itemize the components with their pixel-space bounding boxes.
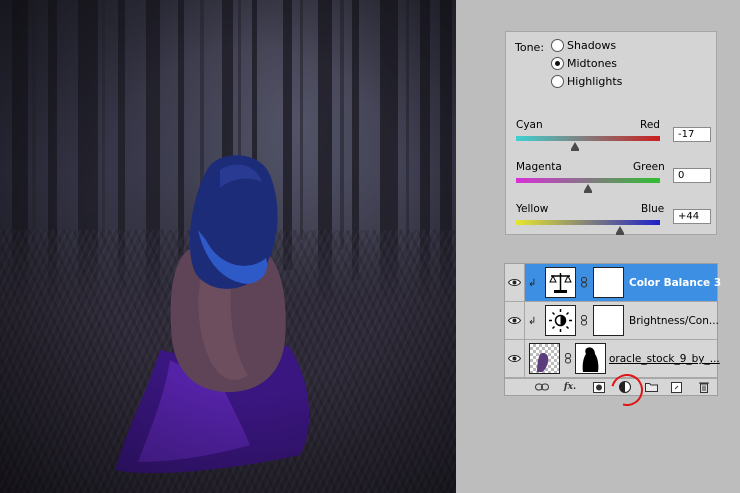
cyan-label: Cyan [516, 119, 543, 131]
layer-mask-thumbnail[interactable] [575, 343, 606, 374]
green-label: Green [633, 161, 665, 173]
magenta-green-value-field[interactable]: 0 [673, 168, 711, 183]
yellow-blue-slider-track[interactable] [516, 220, 660, 225]
balance-scale-icon [549, 273, 572, 293]
layer-image-thumbnail [529, 343, 560, 374]
cyan-red-slider-track[interactable] [516, 136, 660, 141]
magenta-green-slider-thumb[interactable] [584, 184, 592, 193]
yellow-label: Yellow [516, 203, 549, 215]
checker-thumbnail [537, 353, 549, 372]
new-layer-icon[interactable] [669, 381, 683, 393]
layer-name[interactable]: Color Balance 3 [629, 277, 721, 289]
radio-highlights[interactable]: Highlights [551, 74, 622, 88]
visibility-toggle[interactable] [505, 264, 525, 301]
chain-link-icon [581, 277, 587, 288]
cyan-red-slider-thumb[interactable] [571, 142, 580, 151]
color-balance-panel: Tone: Shadows Midtones Highlights Cyan R… [505, 31, 717, 235]
layer-row-brightness-contrast[interactable]: ↲ Brightness/Con... [505, 302, 719, 340]
layer-name[interactable]: Brightness/Con... [629, 315, 719, 327]
layer-row-oracle-stock[interactable]: oracle_stock_9_by_... [505, 340, 720, 378]
radio-highlights-label: Highlights [567, 74, 623, 88]
visibility-toggle[interactable] [505, 302, 525, 339]
radio-shadows-circle[interactable] [551, 38, 564, 52]
chain-link-icon [581, 315, 587, 326]
cyan-red-value-field[interactable]: -17 [673, 127, 711, 142]
yellow-blue-slider-thumb[interactable] [615, 226, 624, 235]
add-mask-icon[interactable] [592, 381, 606, 393]
magenta-green-slider-track[interactable] [516, 178, 660, 183]
eye-icon [508, 317, 521, 324]
link-icon[interactable] [535, 381, 549, 393]
eye-icon [508, 355, 521, 362]
adjustment-thumbnail [545, 305, 576, 336]
layer-name[interactable]: oracle_stock_9_by_... [609, 353, 720, 365]
red-label: Red [640, 119, 660, 131]
fx-icon[interactable]: fx. [563, 381, 577, 393]
radio-shadows-label: Shadows [567, 38, 617, 52]
silhouette-mask-icon [576, 344, 605, 373]
layer-mask-thumbnail[interactable] [593, 305, 624, 336]
magenta-label: Magenta [516, 161, 562, 173]
chain-link-icon [565, 353, 571, 364]
adjustment-thumbnail [545, 267, 576, 298]
radio-highlights-circle[interactable] [551, 74, 564, 88]
sun-icon [549, 309, 572, 332]
yellow-blue-value-field[interactable]: +44 [673, 209, 711, 224]
layer-mask-thumbnail[interactable] [593, 267, 624, 298]
radio-midtones[interactable]: Midtones [551, 56, 617, 70]
layers-panel: ↲ Color Balance 3 ↲ Brightness/Con... or… [504, 263, 721, 396]
blue-label: Blue [641, 203, 665, 215]
clipping-arrow-icon: ↲ [528, 278, 537, 289]
canvas-vignette [0, 0, 456, 493]
visibility-toggle[interactable] [505, 340, 525, 377]
clipping-arrow-icon: ↲ [528, 316, 537, 327]
radio-shadows[interactable]: Shadows [551, 38, 616, 52]
tone-label: Tone: [515, 41, 545, 54]
radio-midtones-circle[interactable] [551, 56, 564, 70]
eye-icon [508, 279, 521, 286]
document-canvas[interactable] [0, 0, 456, 493]
folder-icon[interactable] [644, 381, 658, 393]
radio-midtones-label: Midtones [567, 56, 618, 70]
trash-icon[interactable] [697, 381, 711, 393]
layer-row-color-balance[interactable]: ↲ Color Balance 3 [505, 264, 721, 302]
